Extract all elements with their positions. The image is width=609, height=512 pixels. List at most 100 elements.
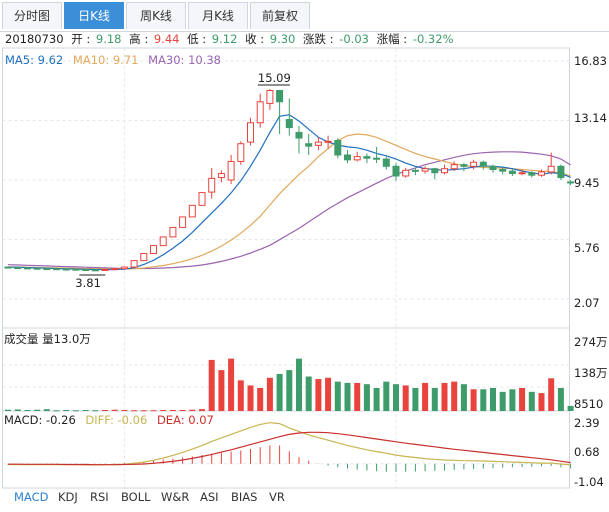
candle	[334, 138, 342, 159]
candle-body	[111, 268, 119, 271]
candle	[179, 216, 187, 228]
info-pct: -0.32%	[413, 32, 454, 46]
tab-weekly-k[interactable]: 周K线	[126, 2, 186, 29]
tab-daily-k[interactable]: 日K线	[64, 2, 124, 29]
volume-bar	[286, 370, 293, 411]
macd-legend-macd: MACD: -0.26	[4, 413, 76, 427]
candle-body	[441, 168, 448, 174]
volume-bar	[480, 389, 487, 411]
volume-bar	[441, 382, 448, 411]
candle-body	[247, 122, 254, 143]
candle	[382, 156, 390, 170]
indicator-tab-boll[interactable]: BOLL	[121, 490, 151, 504]
volume-bar	[393, 384, 399, 411]
volume-bar	[150, 410, 157, 412]
candle	[276, 90, 284, 135]
candle	[421, 166, 429, 174]
candle	[120, 266, 128, 270]
volume-bar	[92, 410, 99, 412]
tab-forward-adjusted[interactable]: 前复权	[250, 2, 310, 29]
candle	[479, 160, 487, 170]
tab-intraday[interactable]: 分时图	[2, 2, 62, 29]
candle-body	[33, 267, 41, 270]
candle-body	[120, 266, 128, 270]
volume-bar	[111, 409, 118, 411]
volume-bar	[402, 385, 409, 411]
indicator-tab-vr[interactable]: VR	[269, 490, 285, 504]
candle-body	[82, 268, 90, 271]
volume-bar	[567, 405, 574, 411]
candle-body	[411, 169, 419, 172]
candle	[402, 167, 410, 178]
candle-body	[23, 267, 31, 270]
ma10-line	[7, 133, 571, 270]
macd-tick-1: 0.68	[574, 445, 600, 459]
candle-body	[198, 192, 206, 206]
info-high-label: 高	[129, 32, 141, 46]
candle-body	[538, 171, 545, 176]
indicator-tab-bias[interactable]: BIAS	[231, 490, 257, 504]
indicator-tab-macd[interactable]: MACD	[14, 490, 48, 504]
candle-body	[567, 181, 575, 184]
volume-bar	[140, 410, 147, 412]
ma5-line	[7, 114, 571, 271]
price-tick-3: 5.76	[574, 241, 600, 255]
volume-bar	[490, 388, 496, 411]
ma-legend: MA5: 9.62 MA10: 9.71 MA30: 10.38	[5, 53, 221, 67]
macd-tick-2: -1.04	[574, 475, 604, 489]
candle-body	[528, 172, 536, 176]
indicator-tab-wr[interactable]: W&R	[161, 490, 189, 504]
volume-bar	[208, 359, 215, 411]
indicator-tab-asi[interactable]: ASI	[200, 490, 219, 504]
tab-monthly-k[interactable]: 月K线	[188, 2, 248, 29]
candle-body	[14, 267, 22, 270]
candle	[217, 170, 225, 183]
volume-bar	[460, 384, 467, 411]
volume-bar	[509, 389, 516, 411]
candle-body	[450, 164, 458, 170]
candle-body	[217, 173, 225, 179]
indicator-tabs: MACD KDJ RSI BOLL W&R ASI BIAS VR	[0, 490, 609, 508]
candle-body	[43, 268, 51, 271]
volume-bar	[296, 358, 302, 411]
candle	[169, 226, 177, 238]
volume-bar	[102, 409, 108, 411]
info-close-label: 收	[245, 32, 257, 46]
candle	[441, 164, 448, 175]
candle	[237, 141, 245, 165]
volume-bars	[5, 358, 574, 412]
candle-body	[382, 158, 390, 167]
candle-body	[353, 156, 361, 161]
info-change-label: 涨跌	[303, 32, 326, 46]
candle-body	[266, 90, 274, 104]
info-pct-label: 涨幅	[377, 32, 400, 46]
candle-body	[489, 165, 497, 171]
volume-bar	[14, 409, 21, 411]
candle-body	[324, 140, 332, 143]
candle	[208, 167, 216, 199]
indicator-tab-rsi[interactable]: RSI	[90, 490, 109, 504]
candle	[353, 151, 361, 162]
candle	[23, 267, 31, 270]
volume-bar	[247, 385, 254, 411]
volume-bar	[5, 409, 11, 411]
candle-body	[4, 266, 12, 269]
candle	[460, 163, 468, 172]
candle-body	[402, 169, 410, 177]
volume-bar	[363, 384, 370, 411]
candle-body	[392, 165, 400, 177]
candle	[159, 236, 167, 247]
candle-body	[237, 143, 245, 162]
price-tick-1: 13.14	[574, 111, 607, 125]
volume-bar	[383, 381, 390, 411]
indicator-tab-kdj[interactable]: KDJ	[58, 490, 78, 504]
candle	[567, 180, 575, 186]
candle	[392, 163, 400, 181]
kline-chart: 20180730 开 : 9.18 高 : 9.44 低 : 9.12 收 : …	[2, 32, 607, 489]
candle-body	[363, 156, 371, 159]
price-tick-4: 2.07	[574, 296, 600, 310]
volume-bar	[179, 409, 186, 411]
candle	[43, 268, 51, 271]
volume-bar	[237, 380, 244, 411]
volume-label: 成交量 量13.0万	[4, 332, 91, 346]
